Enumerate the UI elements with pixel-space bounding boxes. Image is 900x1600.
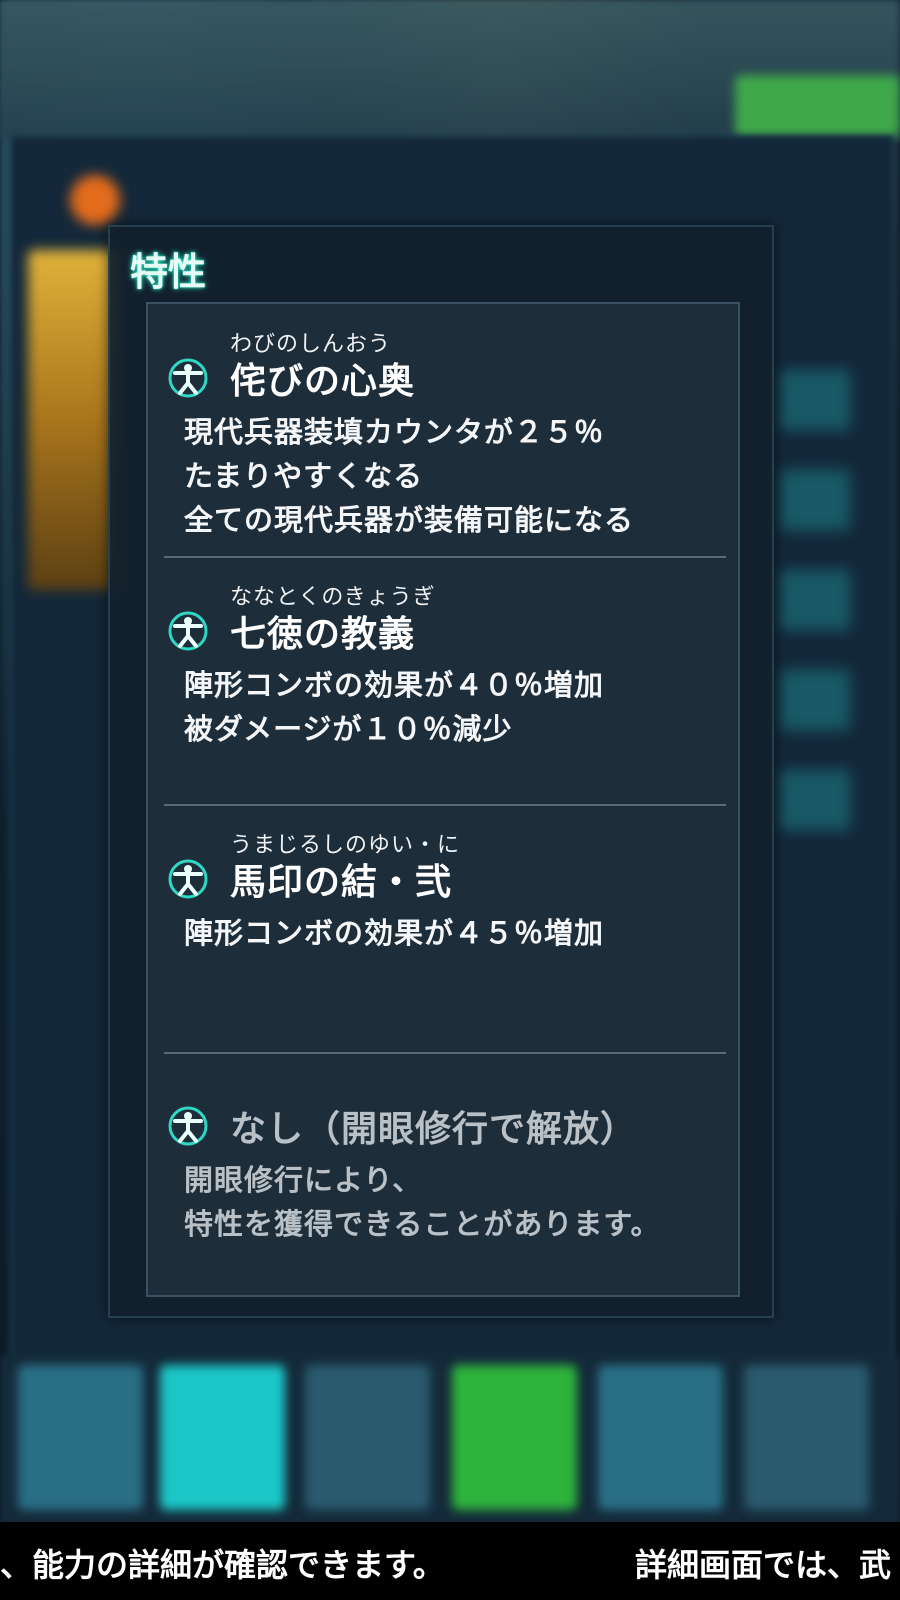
trait-desc-line: 陣形コンボの効果が４０％増加 [184,668,605,702]
trait-desc-line: 開眼修行により、 [184,1163,423,1197]
trait-divider [164,556,726,558]
trait-name: 侘びの心奥 [230,361,416,402]
trait-divider [164,1052,726,1054]
background-character-card [28,250,118,590]
ticker-text-right: 詳細画面では、武 [635,1546,892,1584]
trait-name: 馬印の結・弐 [230,862,453,903]
dialog-title: 特性 [130,250,207,294]
trait-description: 陣形コンボの効果が４５％増加 [184,911,604,955]
background-menu-tile [305,1365,430,1510]
background-menu-tile [160,1365,285,1510]
ticker-text-left: 、能力の詳細が確認できます。 [0,1546,445,1584]
vitruvian-person-icon [168,1106,208,1146]
trait-name: 七徳の教義 [230,614,416,655]
background-menu-tile [744,1365,869,1510]
background-orb [70,175,120,225]
vitruvian-person-icon [168,358,208,398]
background-menu-tile [598,1365,723,1510]
trait-description: 陣形コンボの効果が４０％増加 被ダメージが１０％減少 [184,663,604,751]
trait-desc-line: 被ダメージが１０％減少 [184,712,513,746]
trait-desc-line: 現代兵器装填カウンタが２５％ [184,415,605,449]
background-green-button [735,75,900,137]
trait-list: わびのしんおう 侘びの心奥 現代兵器装填カウンタが２５％ たまりやすくなる 全て… [146,302,740,1297]
vitruvian-person-icon [168,611,208,651]
trait-desc-line: 陣形コンボの効果が４５％増加 [184,916,605,950]
background-menu-tile [18,1365,143,1510]
bottom-ticker: 、能力の詳細が確認できます。 詳細画面では、武 [0,1522,900,1600]
vitruvian-person-icon [168,859,208,899]
trait-dialog[interactable]: 特性 わびのしんおう 侘びの心奥 現代兵器装填カウンタが２５％ たまりやすくなる… [108,225,774,1318]
background-stat-column [780,370,850,870]
trait-desc-line: 特性を獲得できることがあります。 [184,1207,661,1241]
trait-description: 開眼修行により、 特性を獲得できることがあります。 [184,1158,661,1246]
trait-divider [164,804,726,806]
trait-description: 現代兵器装填カウンタが２５％ たまりやすくなる 全ての現代兵器が装備可能になる [184,410,634,542]
trait-name: なし（開眼修行で解放） [230,1109,638,1150]
background-menu-tile [452,1365,577,1510]
trait-desc-line: 全ての現代兵器が装備可能になる [184,503,635,537]
trait-desc-line: たまりやすくなる [184,459,424,493]
